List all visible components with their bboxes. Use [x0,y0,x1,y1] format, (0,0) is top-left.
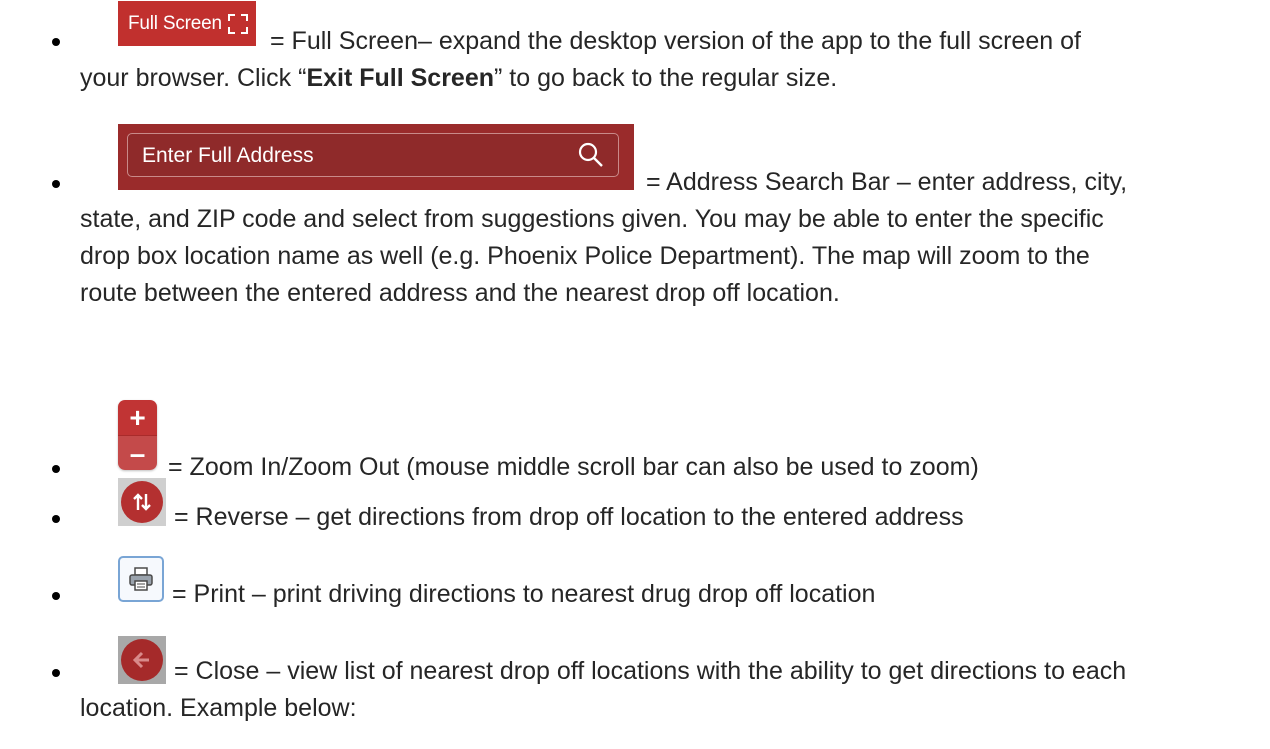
close-description-2: location. Example below: [80,694,357,722]
close-button[interactable] [118,636,166,684]
search-icon[interactable] [578,142,604,168]
fullscreen-icon [227,13,248,34]
bullet [52,592,60,600]
reverse-description: = Reverse – get directions from drop off… [174,503,964,531]
zoom-out-button[interactable]: – [118,435,157,470]
print-button[interactable] [118,556,164,602]
zoom-control: + – [118,400,157,470]
reverse-icon [121,481,163,523]
printer-icon [129,567,153,591]
bullet [52,180,60,188]
address-search-description-4: route between the entered address and th… [80,279,840,307]
address-search-description-1: = Address Search Bar – enter address, ci… [646,168,1128,196]
close-description-1: = Close – view list of nearest drop off … [174,657,1127,685]
full-screen-description-1: = Full Screen– expand the desktop versio… [270,27,1081,55]
zoom-description: = Zoom In/Zoom Out (mouse middle scroll … [168,453,979,481]
zoom-in-button[interactable]: + [118,400,157,435]
bullet [52,38,60,46]
search-placeholder: Enter Full Address [142,144,314,167]
address-search-input[interactable]: Enter Full Address [127,133,619,177]
bullet [52,465,60,473]
full-screen-description-2: your browser. Click “Exit Full Screen” t… [80,64,838,92]
arrow-left-icon [121,639,163,681]
bullet [52,669,60,677]
full-screen-button[interactable]: Full Screen [118,1,256,46]
full-screen-label: Full Screen [128,12,222,34]
exit-full-screen-text: Exit Full Screen [306,64,495,92]
reverse-button[interactable] [118,478,166,526]
address-search-bar: Enter Full Address [118,124,634,190]
address-search-description-3: drop box location name as well (e.g. Pho… [80,242,1090,270]
bullet [52,515,60,523]
address-search-description-2: state, and ZIP code and select from sugg… [80,205,1104,233]
print-description: = Print – print driving directions to ne… [172,580,876,608]
